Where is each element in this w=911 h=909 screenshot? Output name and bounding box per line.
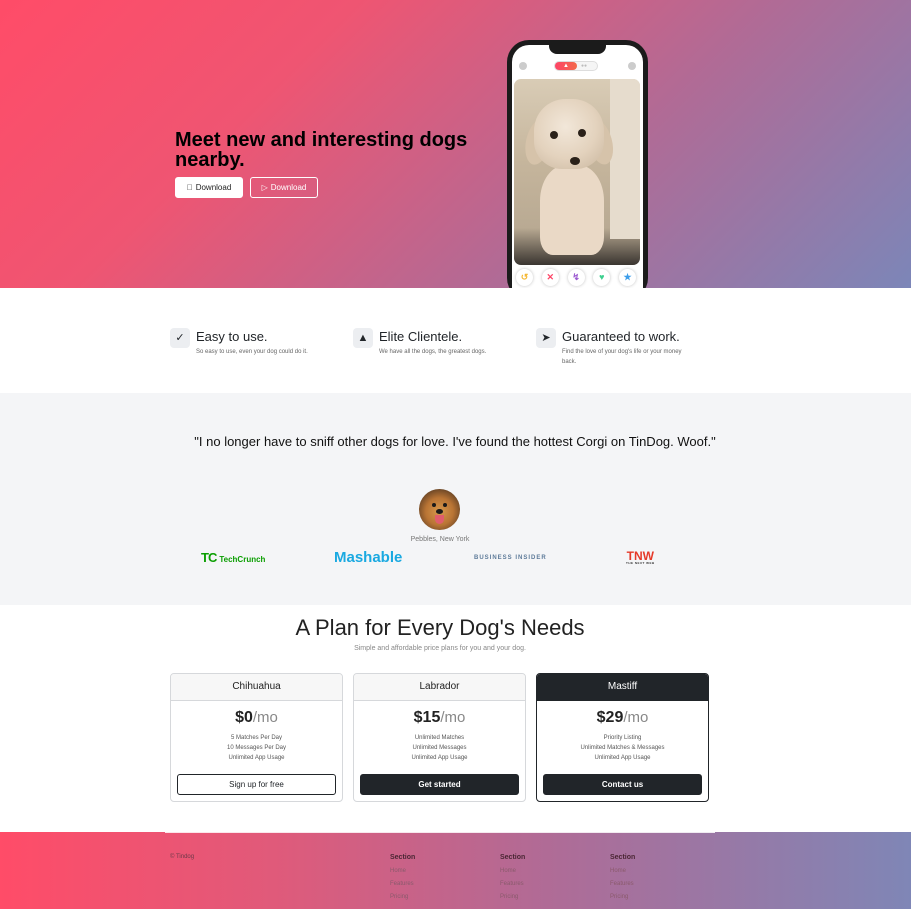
footer-link-features[interactable]: Features — [500, 878, 590, 891]
feature-text: Find the love of your dog's life or your… — [562, 349, 682, 365]
rewind-icon[interactable]: ↺ — [516, 269, 533, 286]
sign-up-free-button[interactable]: Sign up for free — [177, 774, 336, 795]
plan-features: 5 Matches Per Day 10 Messages Per Day Un… — [226, 735, 287, 761]
phone-mockup: ▲ ●● ↺ ✕ ↯ ♥ ★ — [507, 40, 648, 288]
plan-price: $0/mo — [235, 709, 278, 726]
footer-link-features[interactable]: Features — [390, 878, 480, 891]
testimonial-quote: "I no longer have to sniff other dogs fo… — [194, 434, 716, 449]
mashable-logo: Mashable — [334, 549, 403, 566]
footer-link-home[interactable]: Home — [500, 865, 590, 878]
google-play-icon: ▷ — [261, 183, 268, 192]
plan-price: $29/mo — [596, 709, 649, 726]
feature-title: Easy to use. — [196, 329, 268, 344]
download-play-button[interactable]: ▷ Download — [250, 177, 318, 198]
pricing-section: A Plan for Every Dog's Needs Simple and … — [0, 605, 911, 832]
plan-name: Labrador — [354, 674, 525, 701]
graduation-cap-icon: ▲ — [353, 328, 373, 348]
plan-mastiff: Mastiff $29/mo Priority Listing Unlimite… — [536, 673, 709, 802]
footer-link-pricing[interactable]: Pricing — [610, 891, 700, 904]
feature-text: So easy to use, even your dog could do i… — [196, 349, 308, 355]
swipe-actions: ↺ ✕ ↯ ♥ ★ — [516, 269, 636, 287]
footer: © Tindog Section Home Features Pricing S… — [0, 832, 911, 909]
get-started-button[interactable]: Get started — [360, 774, 519, 795]
avatar — [419, 489, 460, 530]
dog-photo-card — [514, 79, 640, 265]
hero-title: Meet new and interesting dogs nearby. — [175, 129, 468, 171]
phone-screen: ▲ ●● ↺ ✕ ↯ ♥ ★ — [512, 45, 643, 288]
heart-arrow-icon: ➤ — [536, 328, 556, 348]
footer-link-pricing[interactable]: Pricing — [500, 891, 590, 904]
footer-column: Section Home Features Pricing — [390, 854, 480, 904]
plan-name: Mastiff — [537, 674, 708, 701]
apple-icon:  — [187, 183, 193, 192]
plan-chihuahua: Chihuahua $0/mo 5 Matches Per Day 10 Mes… — [170, 673, 343, 802]
hero-section: Meet new and interesting dogs nearby.  … — [0, 0, 911, 288]
plan-name: Chihuahua — [171, 674, 342, 701]
footer-link-pricing[interactable]: Pricing — [390, 891, 480, 904]
footer-column: Section Home Features Pricing — [610, 854, 700, 904]
heart-icon[interactable]: ♥ — [593, 269, 611, 286]
tnw-logo: TNW THE NEXT WEB — [626, 549, 655, 565]
plan-features: Priority Listing Unlimited Matches & Mes… — [580, 735, 665, 761]
flame-icon: ▲ — [555, 62, 577, 70]
contact-us-button[interactable]: Contact us — [543, 774, 702, 795]
bolt-icon[interactable]: ↯ — [567, 269, 585, 286]
testimonial-section: "I no longer have to sniff other dogs fo… — [0, 393, 911, 605]
phone-notch — [549, 45, 606, 54]
mode-toggle: ▲ ●● — [554, 61, 598, 71]
feature-text: We have all the dogs, the greatest dogs. — [379, 349, 487, 355]
feature-title: Guaranteed to work. — [562, 329, 680, 344]
plan-labrador: Labrador $15/mo Unlimited Matches Unlimi… — [353, 673, 526, 802]
glasses-icon: ●● — [581, 63, 588, 69]
profile-icon — [519, 62, 527, 70]
feature-title: Elite Clientele. — [379, 329, 463, 344]
chat-icon — [628, 62, 636, 70]
plan-price: $15/mo — [413, 709, 466, 726]
footer-link-home[interactable]: Home — [390, 865, 480, 878]
footer-link-home[interactable]: Home — [610, 865, 700, 878]
footer-column: Section Home Features Pricing — [500, 854, 590, 904]
close-icon[interactable]: ✕ — [541, 269, 559, 286]
star-icon[interactable]: ★ — [619, 269, 636, 286]
pricing-title: A Plan for Every Dog's Needs — [295, 615, 585, 640]
footer-divider — [165, 832, 715, 833]
features-section: ✓ Easy to use. So easy to use, even your… — [0, 288, 911, 393]
plan-features: Unlimited Matches Unlimited Messages Unl… — [411, 735, 468, 761]
copyright: © Tindog — [170, 854, 195, 860]
techcrunch-logo: TC TechCrunch — [201, 550, 266, 565]
pricing-subtitle: Simple and affordable price plans for yo… — [354, 645, 526, 652]
testimonial-caption: Pebbles, New York — [410, 536, 470, 543]
business-insider-logo: BUSINESS INSIDER — [474, 555, 547, 561]
check-circle-icon: ✓ — [170, 328, 190, 348]
download-apple-button[interactable]:  Download — [175, 177, 243, 198]
footer-link-features[interactable]: Features — [610, 878, 700, 891]
